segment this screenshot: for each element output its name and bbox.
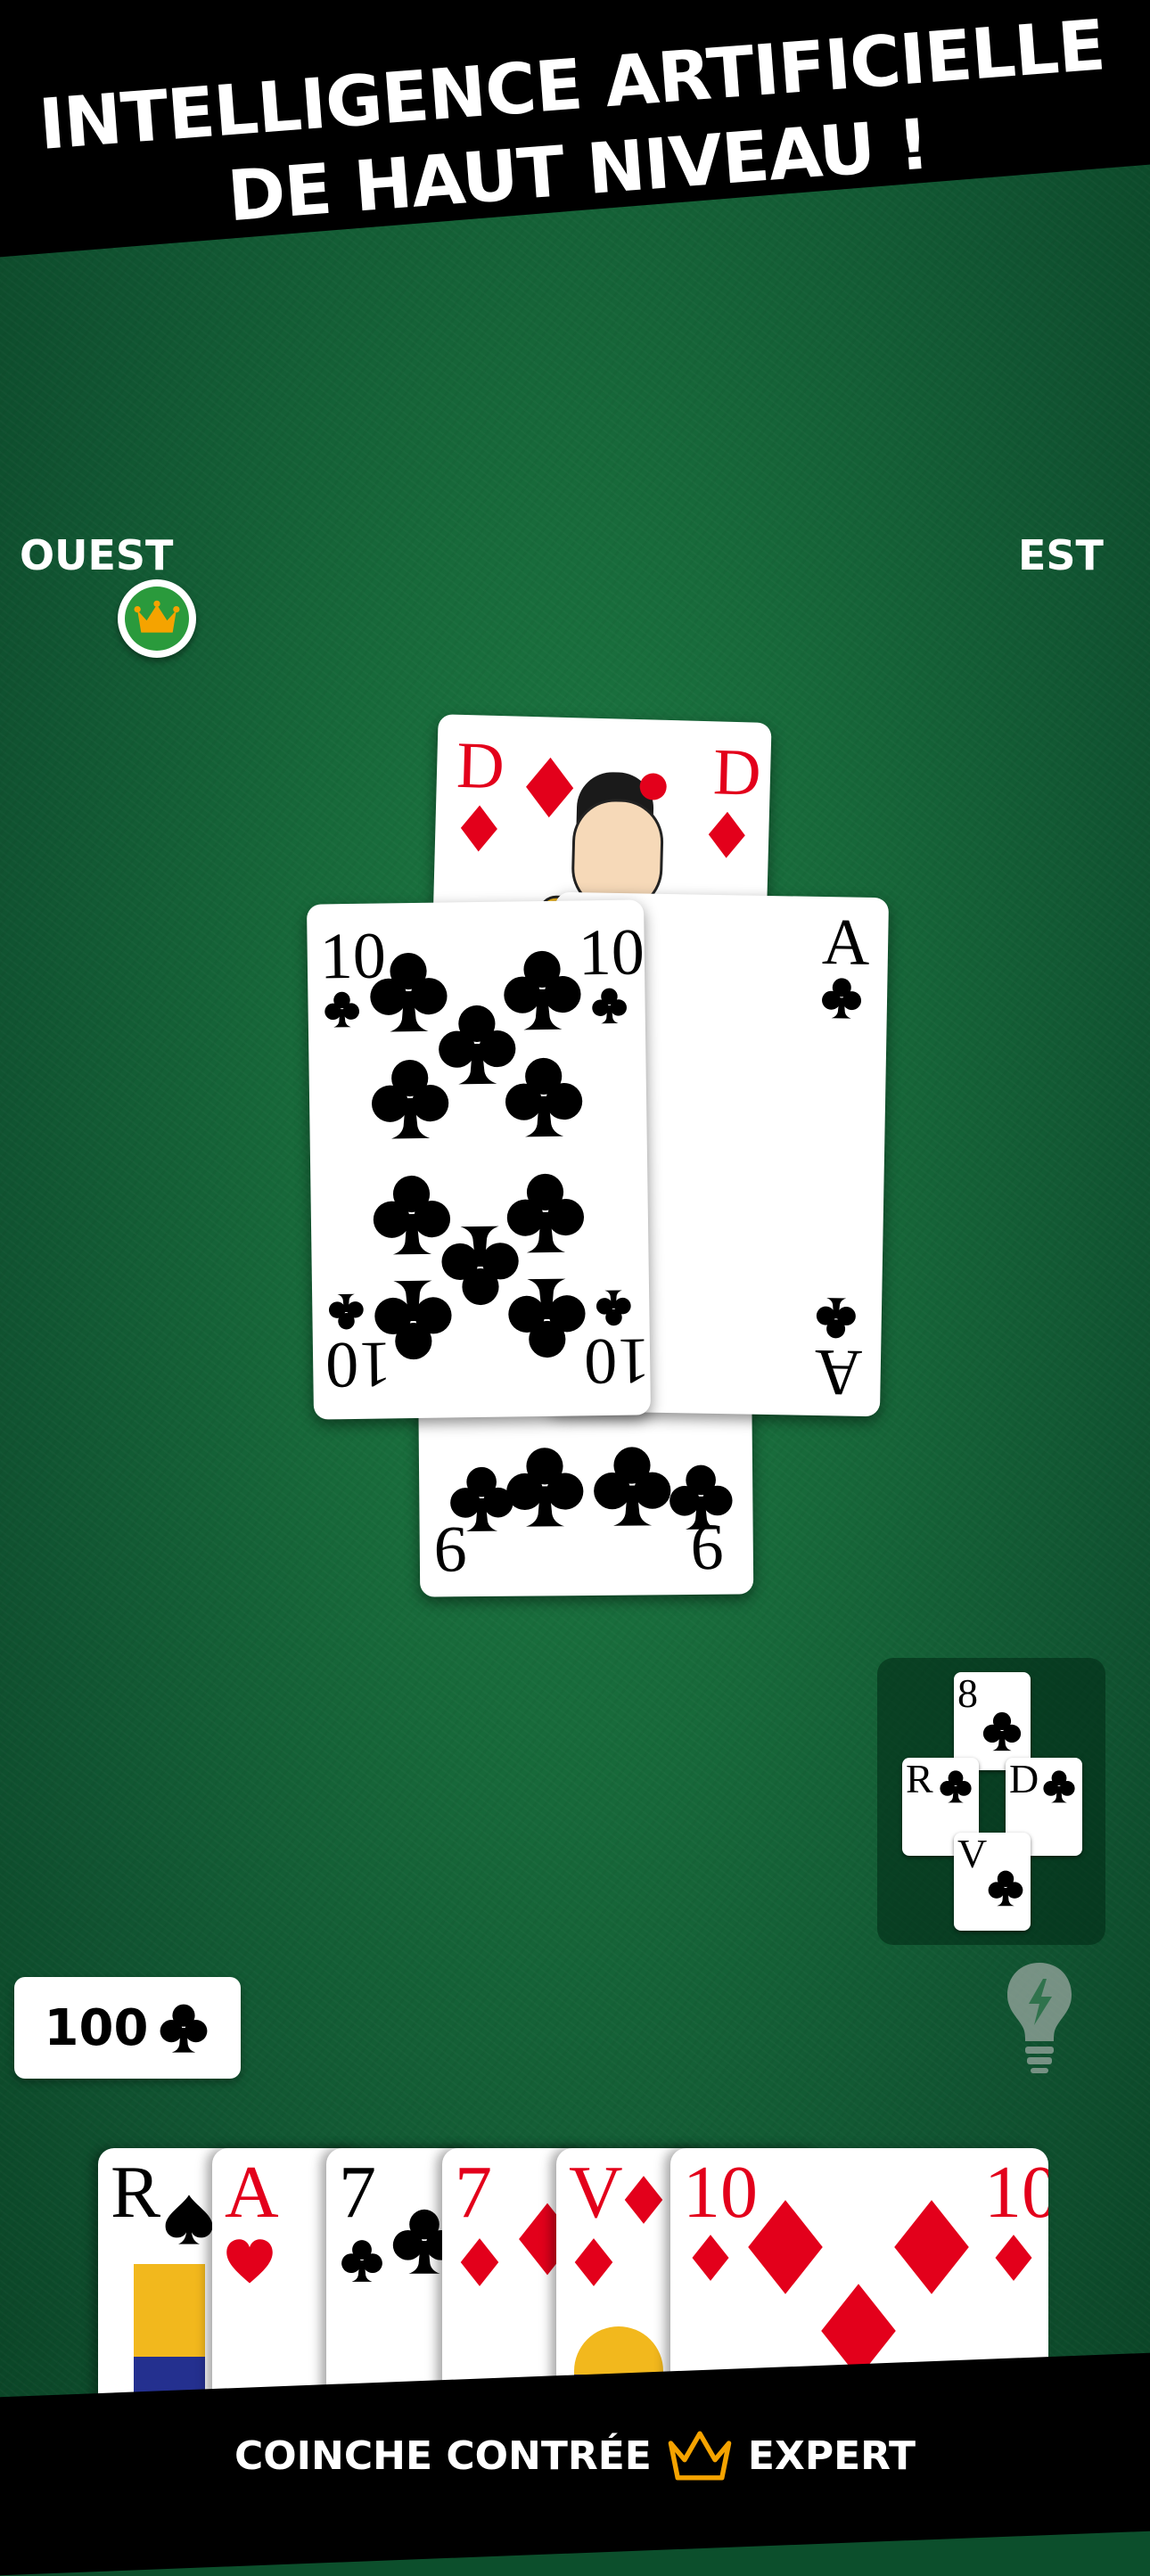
club-suit-icon <box>157 2001 210 2055</box>
trick-south-rank-br: 9 <box>690 1510 725 1584</box>
last-trick-button[interactable]: 8 R D V <box>877 1658 1105 1945</box>
last-trick-card-bottom: V <box>954 1833 1031 1931</box>
contract-bid-badge: 100 <box>14 1977 241 2079</box>
crown-icon <box>134 600 180 637</box>
last-trick-card-top: 8 <box>954 1672 1031 1770</box>
trick-north-rank-right: D <box>712 735 762 810</box>
trick-west-rank-bl: 10 <box>324 1327 392 1402</box>
trick-east-rank-bottom: A <box>814 1334 863 1409</box>
trick-south-rank-bl: 9 <box>433 1513 468 1587</box>
app-brand: COINCHE CONTRÉE EXPERT <box>0 2424 1150 2487</box>
trick-card-west: 10 10 10 10 <box>306 899 652 1420</box>
trick-west-rank-br: 10 <box>583 1324 651 1399</box>
hint-bulb-icon[interactable] <box>1002 1959 1077 2077</box>
bid-value: 100 <box>44 1998 149 2057</box>
brand-name-right: EXPERT <box>747 2432 916 2479</box>
dealer-badge <box>118 579 196 658</box>
player-east-label: EST <box>1018 531 1104 579</box>
trick-west-rank-right: 10 <box>578 915 645 990</box>
brand-name-left: COINCHE CONTRÉE <box>234 2432 652 2479</box>
trick-east-rank: A <box>821 906 871 980</box>
player-west-label: OUEST <box>20 531 174 579</box>
trick-north-rank: D <box>456 728 505 804</box>
crown-logo-icon <box>668 2431 732 2481</box>
